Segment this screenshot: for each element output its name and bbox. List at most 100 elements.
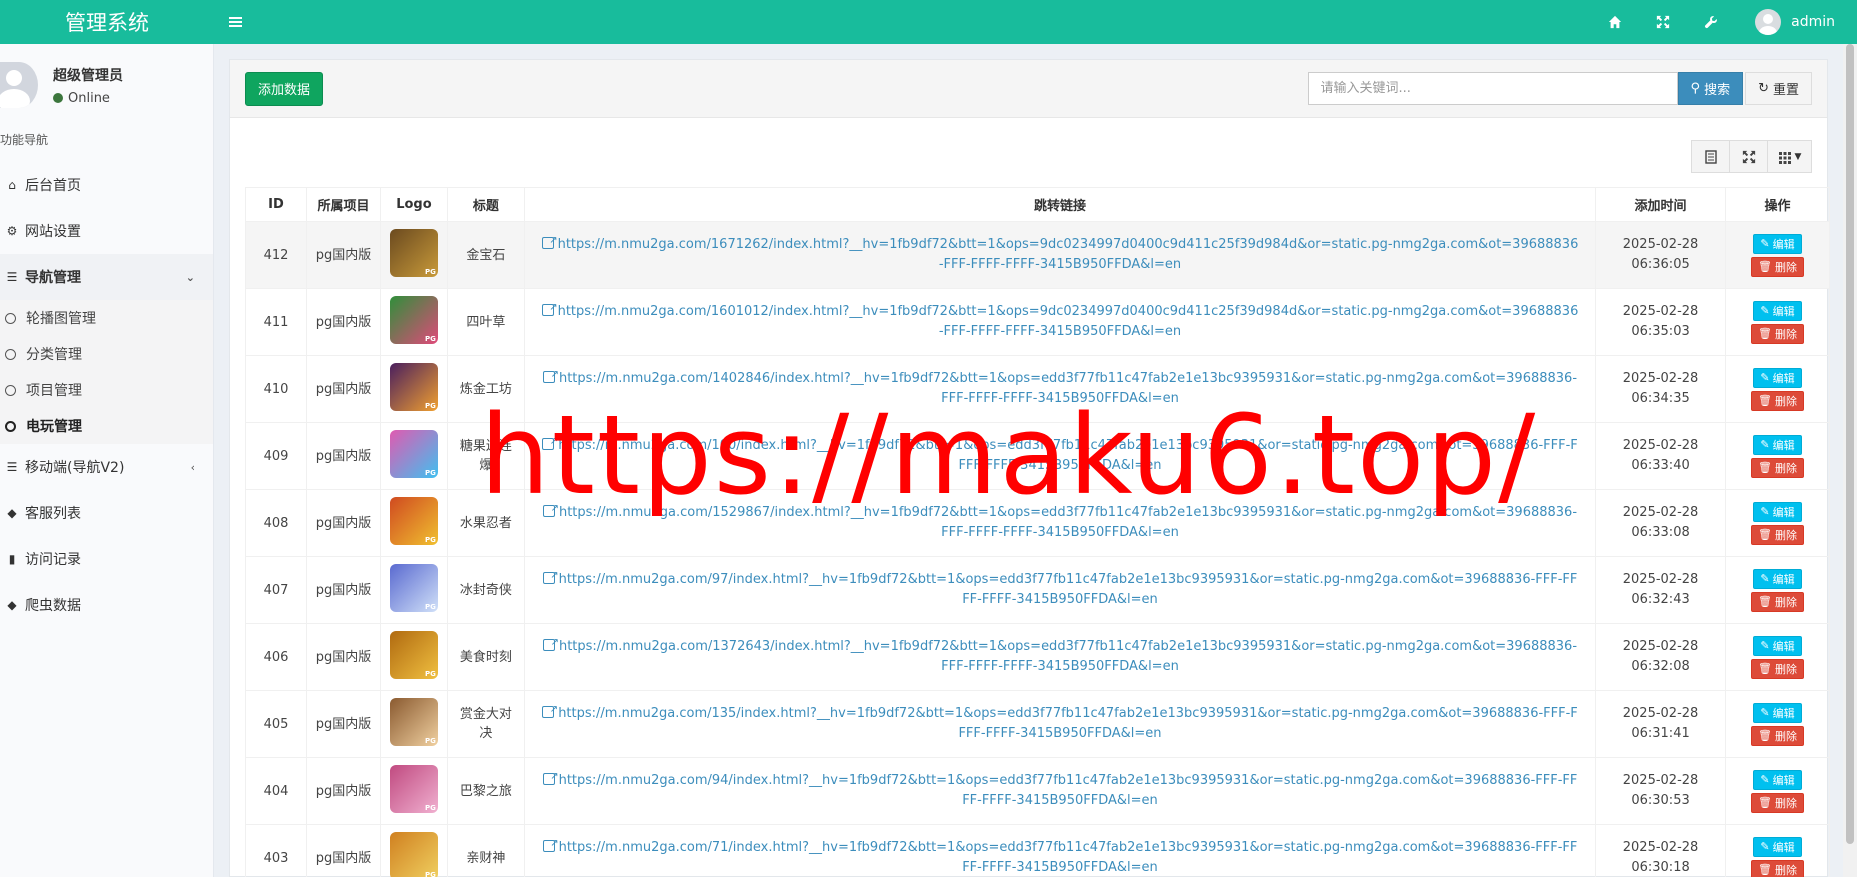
jump-link[interactable]: https://m.nmu2ga.com/1372643/index.html?… [530, 633, 1590, 677]
search-input[interactable] [1307, 72, 1678, 105]
game-logo-image[interactable] [389, 229, 438, 277]
table-row[interactable]: 408 pg国内版 水果忍者 https://m.nmu2ga.com/1529867… [245, 489, 1830, 557]
row-clock: 06:31:41 [1631, 726, 1690, 741]
sidebar-item-nav-management[interactable]: ☰ 导航管理 ⌄ [0, 254, 213, 300]
edit-button[interactable]: ✎ 编辑 [1753, 367, 1802, 388]
edit-button[interactable]: ✎ 编辑 [1753, 434, 1802, 455]
sidebar-item-label: 电玩管理 [26, 419, 82, 435]
cell-project: pg国内版 [305, 288, 381, 356]
fullscreen-table-button[interactable] [1729, 140, 1768, 173]
delete-button[interactable]: 🗑 删除 [1751, 524, 1804, 545]
add-data-button[interactable]: 添加数据 [245, 71, 324, 106]
delete-button[interactable]: 🗑 删除 [1751, 725, 1804, 746]
delete-label: 删除 [1774, 796, 1797, 810]
sidebar-item-customer-service[interactable]: ◆ 客服列表 [0, 490, 213, 536]
jump-link[interactable]: https://m.nmu2ga.com/97/index.html?__hv=… [530, 566, 1590, 610]
col-logo[interactable]: Logo [379, 187, 448, 222]
game-logo-image[interactable] [389, 363, 438, 411]
table-row[interactable]: 409 pg国内版 糖果连连爆 https://m.nmu2ga.com/100/in… [245, 422, 1830, 490]
reset-button[interactable]: ↻ 重置 [1745, 72, 1812, 105]
cell-id: 403 [245, 824, 307, 877]
edit-label: 编辑 [1772, 773, 1795, 787]
jump-link[interactable]: https://m.nmu2ga.com/1402846/index.html?… [530, 365, 1590, 409]
col-project[interactable]: 所属项目 [305, 187, 381, 222]
delete-label: 删除 [1774, 394, 1797, 408]
delete-button[interactable]: 🗑 删除 [1751, 256, 1804, 277]
brand-logo[interactable]: 管理系统 [0, 0, 214, 44]
col-time[interactable]: 添加时间 [1595, 187, 1727, 222]
fullscreen-button[interactable] [1639, 0, 1687, 44]
game-logo-image[interactable] [389, 698, 438, 746]
menu-toggle-button[interactable] [214, 0, 256, 44]
delete-button[interactable]: 🗑 删除 [1751, 859, 1804, 877]
row-id: 404 [263, 783, 289, 799]
edit-button[interactable]: ✎ 编辑 [1753, 501, 1802, 522]
edit-button[interactable]: ✎ 编辑 [1753, 300, 1802, 321]
edit-icon: ✎ [1760, 304, 1770, 317]
top-navbar: 管理系统 admin [0, 0, 1857, 44]
table-row[interactable]: 407 pg国内版 冰封奇侠 https://m.nmu2ga.com/97/inde… [245, 556, 1830, 624]
toggle-view-button[interactable] [1691, 140, 1730, 173]
table-row[interactable]: 403 pg国内版 亲财神 https://m.nmu2ga.com/71/index… [245, 824, 1830, 877]
edit-button[interactable]: ✎ 编辑 [1753, 836, 1802, 857]
edit-button[interactable]: ✎ 编辑 [1753, 233, 1802, 254]
table-row[interactable]: 406 pg国内版 美食时刻 https://m.nmu2ga.com/1372643… [245, 623, 1830, 691]
jump-link[interactable]: https://m.nmu2ga.com/100/index.html?__hv… [530, 432, 1590, 476]
delete-button[interactable]: 🗑 删除 [1751, 792, 1804, 813]
avatar [1755, 9, 1782, 35]
scrollbar-thumb[interactable] [1846, 44, 1854, 844]
columns-dropdown-button[interactable]: ▼ [1767, 140, 1812, 173]
col-title[interactable]: 标题 [446, 187, 525, 222]
sidebar-item-site-settings[interactable]: ⚙ 网站设置 [0, 208, 213, 254]
edit-button[interactable]: ✎ 编辑 [1753, 635, 1802, 656]
home-button[interactable] [1591, 0, 1639, 44]
sidebar-subitem-project[interactable]: 项目管理 [0, 372, 213, 408]
edit-button[interactable]: ✎ 编辑 [1753, 769, 1802, 790]
edit-button[interactable]: ✎ 编辑 [1753, 702, 1802, 723]
row-date: 2025-02-28 [1622, 773, 1699, 788]
game-logo-image[interactable] [389, 631, 438, 679]
delete-button[interactable]: 🗑 删除 [1751, 323, 1804, 344]
delete-button[interactable]: 🗑 删除 [1751, 658, 1804, 679]
delete-button[interactable]: 🗑 删除 [1751, 591, 1804, 612]
table-row[interactable]: 411 pg国内版 四叶草 https://m.nmu2ga.com/1601012/… [245, 288, 1830, 356]
cogs-icon: ⚙ [6, 224, 18, 238]
col-link[interactable]: 跳转链接 [523, 187, 1597, 222]
game-logo-image[interactable] [389, 430, 438, 478]
sidebar-item-dashboard[interactable]: ⌂ 后台首页 [0, 162, 213, 208]
page-scrollbar[interactable] [1843, 44, 1857, 877]
game-logo-image[interactable] [389, 296, 438, 344]
settings-button[interactable] [1687, 0, 1735, 44]
edit-icon: ✎ [1760, 639, 1770, 652]
table-row[interactable]: 412 pg国内版 金宝石 https://m.nmu2ga.com/1671262/… [245, 221, 1830, 289]
search-button[interactable]: ⚲ 搜索 [1677, 72, 1744, 105]
edit-button[interactable]: ✎ 编辑 [1753, 568, 1802, 589]
user-menu[interactable]: admin [1735, 0, 1847, 44]
sidebar-item-visit-logs[interactable]: ▮ 访问记录 [0, 536, 213, 582]
game-logo-image[interactable] [389, 564, 438, 612]
delete-button[interactable]: 🗑 删除 [1751, 457, 1804, 478]
jump-link[interactable]: https://m.nmu2ga.com/94/index.html?__hv=… [530, 767, 1590, 811]
col-id[interactable]: ID [245, 187, 307, 222]
sidebar-subitem-games[interactable]: 电玩管理 [0, 408, 213, 444]
sidebar-subitem-carousel[interactable]: 轮播图管理 [0, 300, 213, 336]
table-row[interactable]: 405 pg国内版 赏金大对决 https://m.nmu2ga.com/135/in… [245, 690, 1830, 758]
sidebar-subitem-category[interactable]: 分类管理 [0, 336, 213, 372]
game-logo-image[interactable] [389, 765, 438, 813]
delete-button[interactable]: 🗑 删除 [1751, 390, 1804, 411]
table-row[interactable]: 404 pg国内版 巴黎之旅 https://m.nmu2ga.com/94/inde… [245, 757, 1830, 825]
row-title: 美食时刻 [459, 649, 512, 665]
game-logo-image[interactable] [389, 497, 438, 545]
game-logo-image[interactable] [389, 832, 438, 877]
jump-link[interactable]: https://m.nmu2ga.com/1601012/index.html?… [530, 298, 1590, 342]
row-clock: 06:34:35 [1631, 391, 1690, 406]
jump-link[interactable]: https://m.nmu2ga.com/71/index.html?__hv=… [530, 834, 1590, 877]
jump-link[interactable]: https://m.nmu2ga.com/135/index.html?__hv… [530, 700, 1590, 744]
row-date: 2025-02-28 [1622, 237, 1699, 252]
jump-link[interactable]: https://m.nmu2ga.com/1671262/index.html?… [530, 231, 1590, 275]
table-row[interactable]: 410 pg国内版 炼金工坊 https://m.nmu2ga.com/1402846… [245, 355, 1830, 423]
sidebar-item-crawler-data[interactable]: ◆ 爬虫数据 [0, 582, 213, 628]
cell-id: 408 [245, 489, 307, 557]
jump-link[interactable]: https://m.nmu2ga.com/1529867/index.html?… [530, 499, 1590, 543]
sidebar-item-mobile-nav[interactable]: ☰ 移动端(导航V2) ‹ [0, 444, 213, 490]
